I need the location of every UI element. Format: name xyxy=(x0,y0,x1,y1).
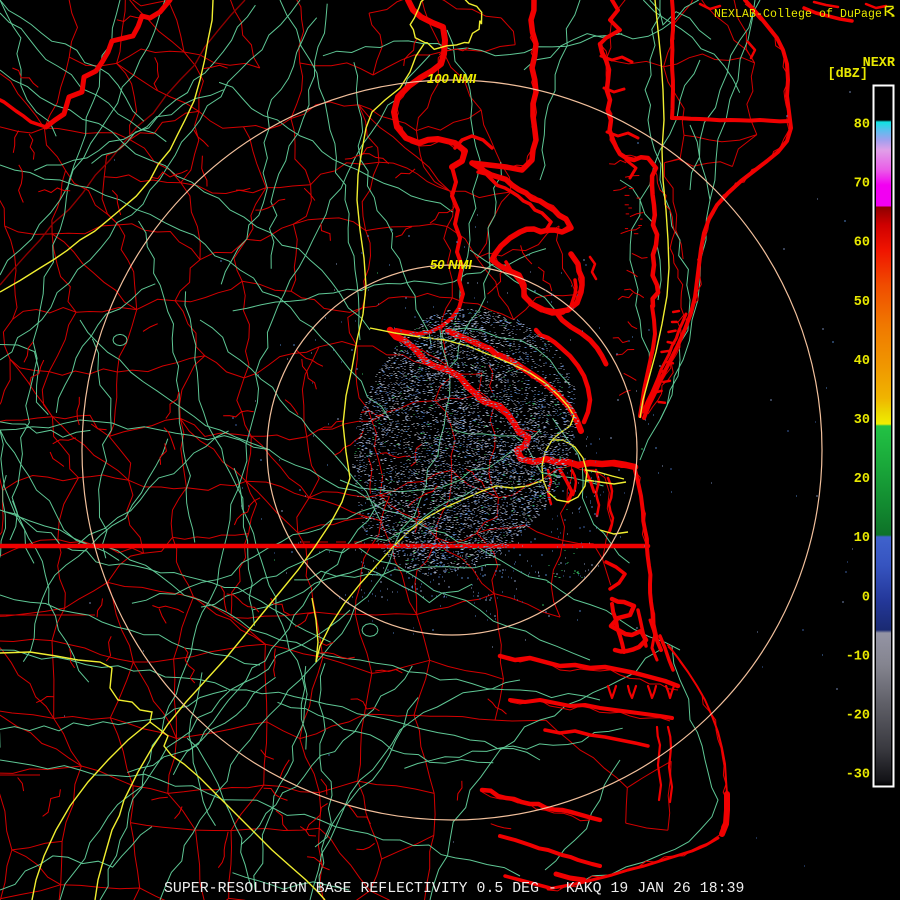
svg-text:20: 20 xyxy=(854,472,870,487)
svg-text:0: 0 xyxy=(862,590,870,605)
svg-text:[dBZ]: [dBZ] xyxy=(827,67,868,82)
svg-text:50 NMI: 50 NMI xyxy=(430,257,472,272)
svg-text:30: 30 xyxy=(854,413,870,428)
svg-text:70: 70 xyxy=(854,177,870,192)
svg-text:-10: -10 xyxy=(846,649,870,664)
svg-text:-30: -30 xyxy=(846,768,870,783)
svg-text:80: 80 xyxy=(854,118,870,133)
svg-text:100 NMI: 100 NMI xyxy=(427,71,477,86)
svg-text:NEXLAB-College of DuPage: NEXLAB-College of DuPage xyxy=(714,8,882,21)
svg-text:40: 40 xyxy=(854,354,870,369)
svg-text:50: 50 xyxy=(854,295,870,310)
svg-text:SUPER-RESOLUTION BASE REFLECTI: SUPER-RESOLUTION BASE REFLECTIVITY 0.5 D… xyxy=(164,881,744,897)
svg-text:-20: -20 xyxy=(846,709,870,724)
svg-text:10: 10 xyxy=(854,531,870,546)
svg-text:60: 60 xyxy=(854,236,870,251)
